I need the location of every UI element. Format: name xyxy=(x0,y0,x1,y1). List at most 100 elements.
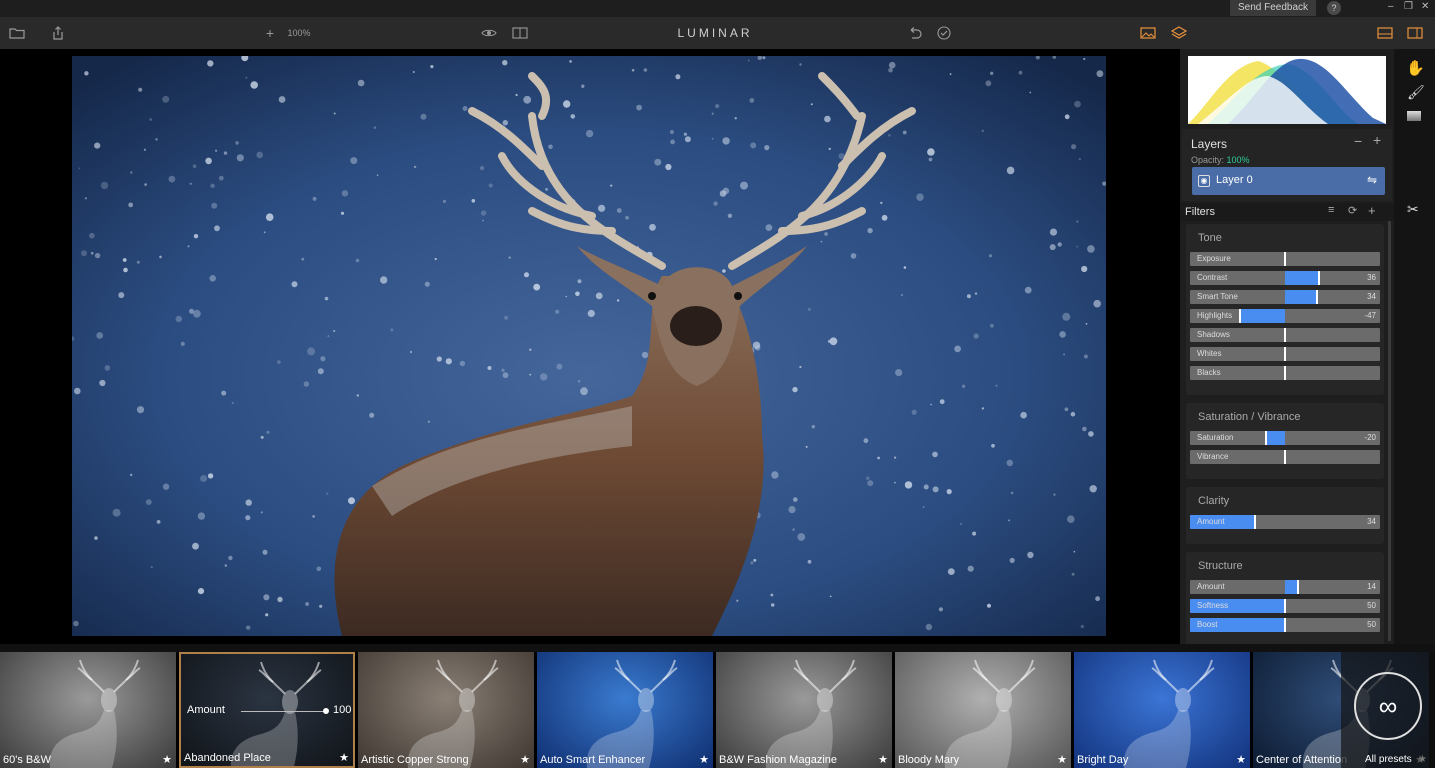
layer-adjust-icon[interactable]: ⇋ xyxy=(1367,173,1377,187)
folder-icon[interactable] xyxy=(8,17,26,49)
slider-label: Exposure xyxy=(1197,254,1231,263)
amount-handle[interactable] xyxy=(323,708,329,714)
zoom-level[interactable]: 100% xyxy=(284,17,314,49)
slider-handle[interactable] xyxy=(1265,431,1267,445)
image-canvas[interactable] xyxy=(0,49,1180,644)
layout-icon[interactable] xyxy=(1376,17,1394,49)
filter-slider[interactable]: Boost 50 xyxy=(1190,618,1380,632)
filter-slider[interactable]: Vibrance xyxy=(1190,450,1380,464)
preset-thumb[interactable]: Bloody Mary ★ xyxy=(895,652,1071,768)
filter-group-title[interactable]: Structure xyxy=(1198,560,1243,572)
add-layer-button[interactable]: + xyxy=(1373,132,1381,148)
filter-slider[interactable]: Whites xyxy=(1190,347,1380,361)
remove-layer-button[interactable]: − xyxy=(1354,133,1362,149)
main-toolbar: + 100% LUMINAR xyxy=(0,17,1435,49)
slider-handle[interactable] xyxy=(1284,328,1286,342)
preset-thumb[interactable]: Amount 100 Abandoned Place ★ xyxy=(179,652,355,768)
filter-slider[interactable]: Softness 50 xyxy=(1190,599,1380,613)
scissors-icon[interactable]: ✂ xyxy=(1407,201,1419,218)
star-icon[interactable]: ★ xyxy=(1418,754,1427,765)
preset-deer-image xyxy=(49,659,141,768)
filter-group: Saturation / Vibrance Saturation -20 Vibran… xyxy=(1186,403,1384,479)
restore-icon[interactable]: ❐ xyxy=(1404,1,1413,12)
slider-handle[interactable] xyxy=(1318,271,1320,285)
add-filter-icon[interactable]: + xyxy=(1368,203,1376,218)
star-icon[interactable]: ★ xyxy=(339,751,349,764)
preset-thumb[interactable]: B&W Fashion Magazine ★ xyxy=(716,652,892,768)
filter-slider[interactable]: Contrast 36 xyxy=(1190,271,1380,285)
star-icon[interactable]: ★ xyxy=(699,753,709,766)
slider-label: Shadows xyxy=(1197,330,1230,339)
slider-handle[interactable] xyxy=(1284,347,1286,361)
slider-handle[interactable] xyxy=(1284,366,1286,380)
slider-handle[interactable] xyxy=(1239,309,1241,323)
eye-icon[interactable] xyxy=(480,17,498,49)
share-icon[interactable] xyxy=(50,17,66,49)
star-icon[interactable]: ★ xyxy=(520,753,530,766)
brush-icon[interactable]: 🖌 xyxy=(1407,84,1425,101)
filter-slider[interactable]: Blacks xyxy=(1190,366,1380,380)
gradient-icon[interactable] xyxy=(1407,111,1421,121)
star-icon[interactable]: ★ xyxy=(1057,753,1067,766)
check-circle-icon[interactable] xyxy=(936,17,952,49)
close-icon[interactable]: ✕ xyxy=(1421,1,1429,12)
minimize-icon[interactable]: – xyxy=(1388,1,1394,12)
slider-fill xyxy=(1240,309,1285,323)
image-icon[interactable] xyxy=(1139,17,1157,49)
preset-amount-slider[interactable]: Amount 100 xyxy=(187,704,353,720)
filter-slider[interactable]: Saturation -20 xyxy=(1190,431,1380,445)
help-button[interactable]: ? xyxy=(1327,1,1341,15)
slider-fill xyxy=(1285,271,1319,285)
infinity-icon[interactable]: ∞ xyxy=(1354,672,1422,740)
all-presets-button[interactable]: ∞ All presets ★ xyxy=(1341,652,1435,768)
filter-slider[interactable]: Exposure xyxy=(1190,252,1380,266)
preset-thumb[interactable]: 60's B&W ★ xyxy=(0,652,176,768)
filter-slider[interactable]: Amount 14 xyxy=(1190,580,1380,594)
slider-handle[interactable] xyxy=(1284,252,1286,266)
undo-icon[interactable] xyxy=(906,17,924,49)
filter-slider[interactable]: Shadows xyxy=(1190,328,1380,342)
slider-label: Boost xyxy=(1197,620,1218,629)
zoom-in-button[interactable]: + xyxy=(264,17,276,49)
preset-name: Artistic Copper Strong xyxy=(361,754,469,766)
filter-group-title[interactable]: Clarity xyxy=(1198,495,1229,507)
layers-icon[interactable] xyxy=(1170,17,1188,49)
filter-slider[interactable]: Highlights -47 xyxy=(1190,309,1380,323)
slider-value: -47 xyxy=(1364,311,1376,320)
amount-value: 100 xyxy=(333,704,352,716)
star-icon[interactable]: ★ xyxy=(162,753,172,766)
slider-label: Vibrance xyxy=(1197,452,1229,461)
slider-label: Softness xyxy=(1197,601,1229,610)
layer-row[interactable]: ◉ Layer 0 ⇋ xyxy=(1192,167,1385,195)
slider-handle[interactable] xyxy=(1254,515,1256,529)
slider-handle[interactable] xyxy=(1284,618,1286,632)
layer-visibility-icon[interactable]: ◉ xyxy=(1198,175,1210,187)
send-feedback-button[interactable]: Send Feedback xyxy=(1230,0,1316,16)
slider-handle[interactable] xyxy=(1297,580,1299,594)
star-icon[interactable]: ★ xyxy=(1236,753,1246,766)
filters-sort-icon[interactable]: ≡ xyxy=(1328,204,1334,216)
layers-title: Layers xyxy=(1191,137,1228,151)
preset-deer-image xyxy=(944,659,1036,768)
filter-slider[interactable]: Amount 34 xyxy=(1190,515,1380,529)
filters-refresh-icon[interactable]: ⟳ xyxy=(1348,204,1357,217)
filter-group-title[interactable]: Saturation / Vibrance xyxy=(1198,411,1301,423)
preset-thumb[interactable]: Artistic Copper Strong ★ xyxy=(358,652,534,768)
slider-label: Amount xyxy=(1197,582,1225,591)
slider-handle[interactable] xyxy=(1284,599,1286,613)
preset-thumb[interactable]: Bright Day ★ xyxy=(1074,652,1250,768)
amount-track[interactable] xyxy=(241,711,325,712)
preset-thumb[interactable]: Auto Smart Enhancer ★ xyxy=(537,652,713,768)
filters-scrollbar[interactable] xyxy=(1388,221,1391,641)
slider-handle[interactable] xyxy=(1316,290,1318,304)
star-icon[interactable]: ★ xyxy=(878,753,888,766)
filter-slider[interactable]: Smart Tone 34 xyxy=(1190,290,1380,304)
opacity-value: 100% xyxy=(1226,155,1250,165)
filter-group-title[interactable]: Tone xyxy=(1198,232,1222,244)
slider-handle[interactable] xyxy=(1284,450,1286,464)
panel-icon[interactable] xyxy=(1406,17,1424,49)
hand-icon[interactable]: ✋ xyxy=(1406,59,1425,77)
preset-name: Bright Day xyxy=(1077,754,1129,766)
main-photo[interactable] xyxy=(72,56,1106,636)
split-view-icon[interactable] xyxy=(511,17,529,49)
